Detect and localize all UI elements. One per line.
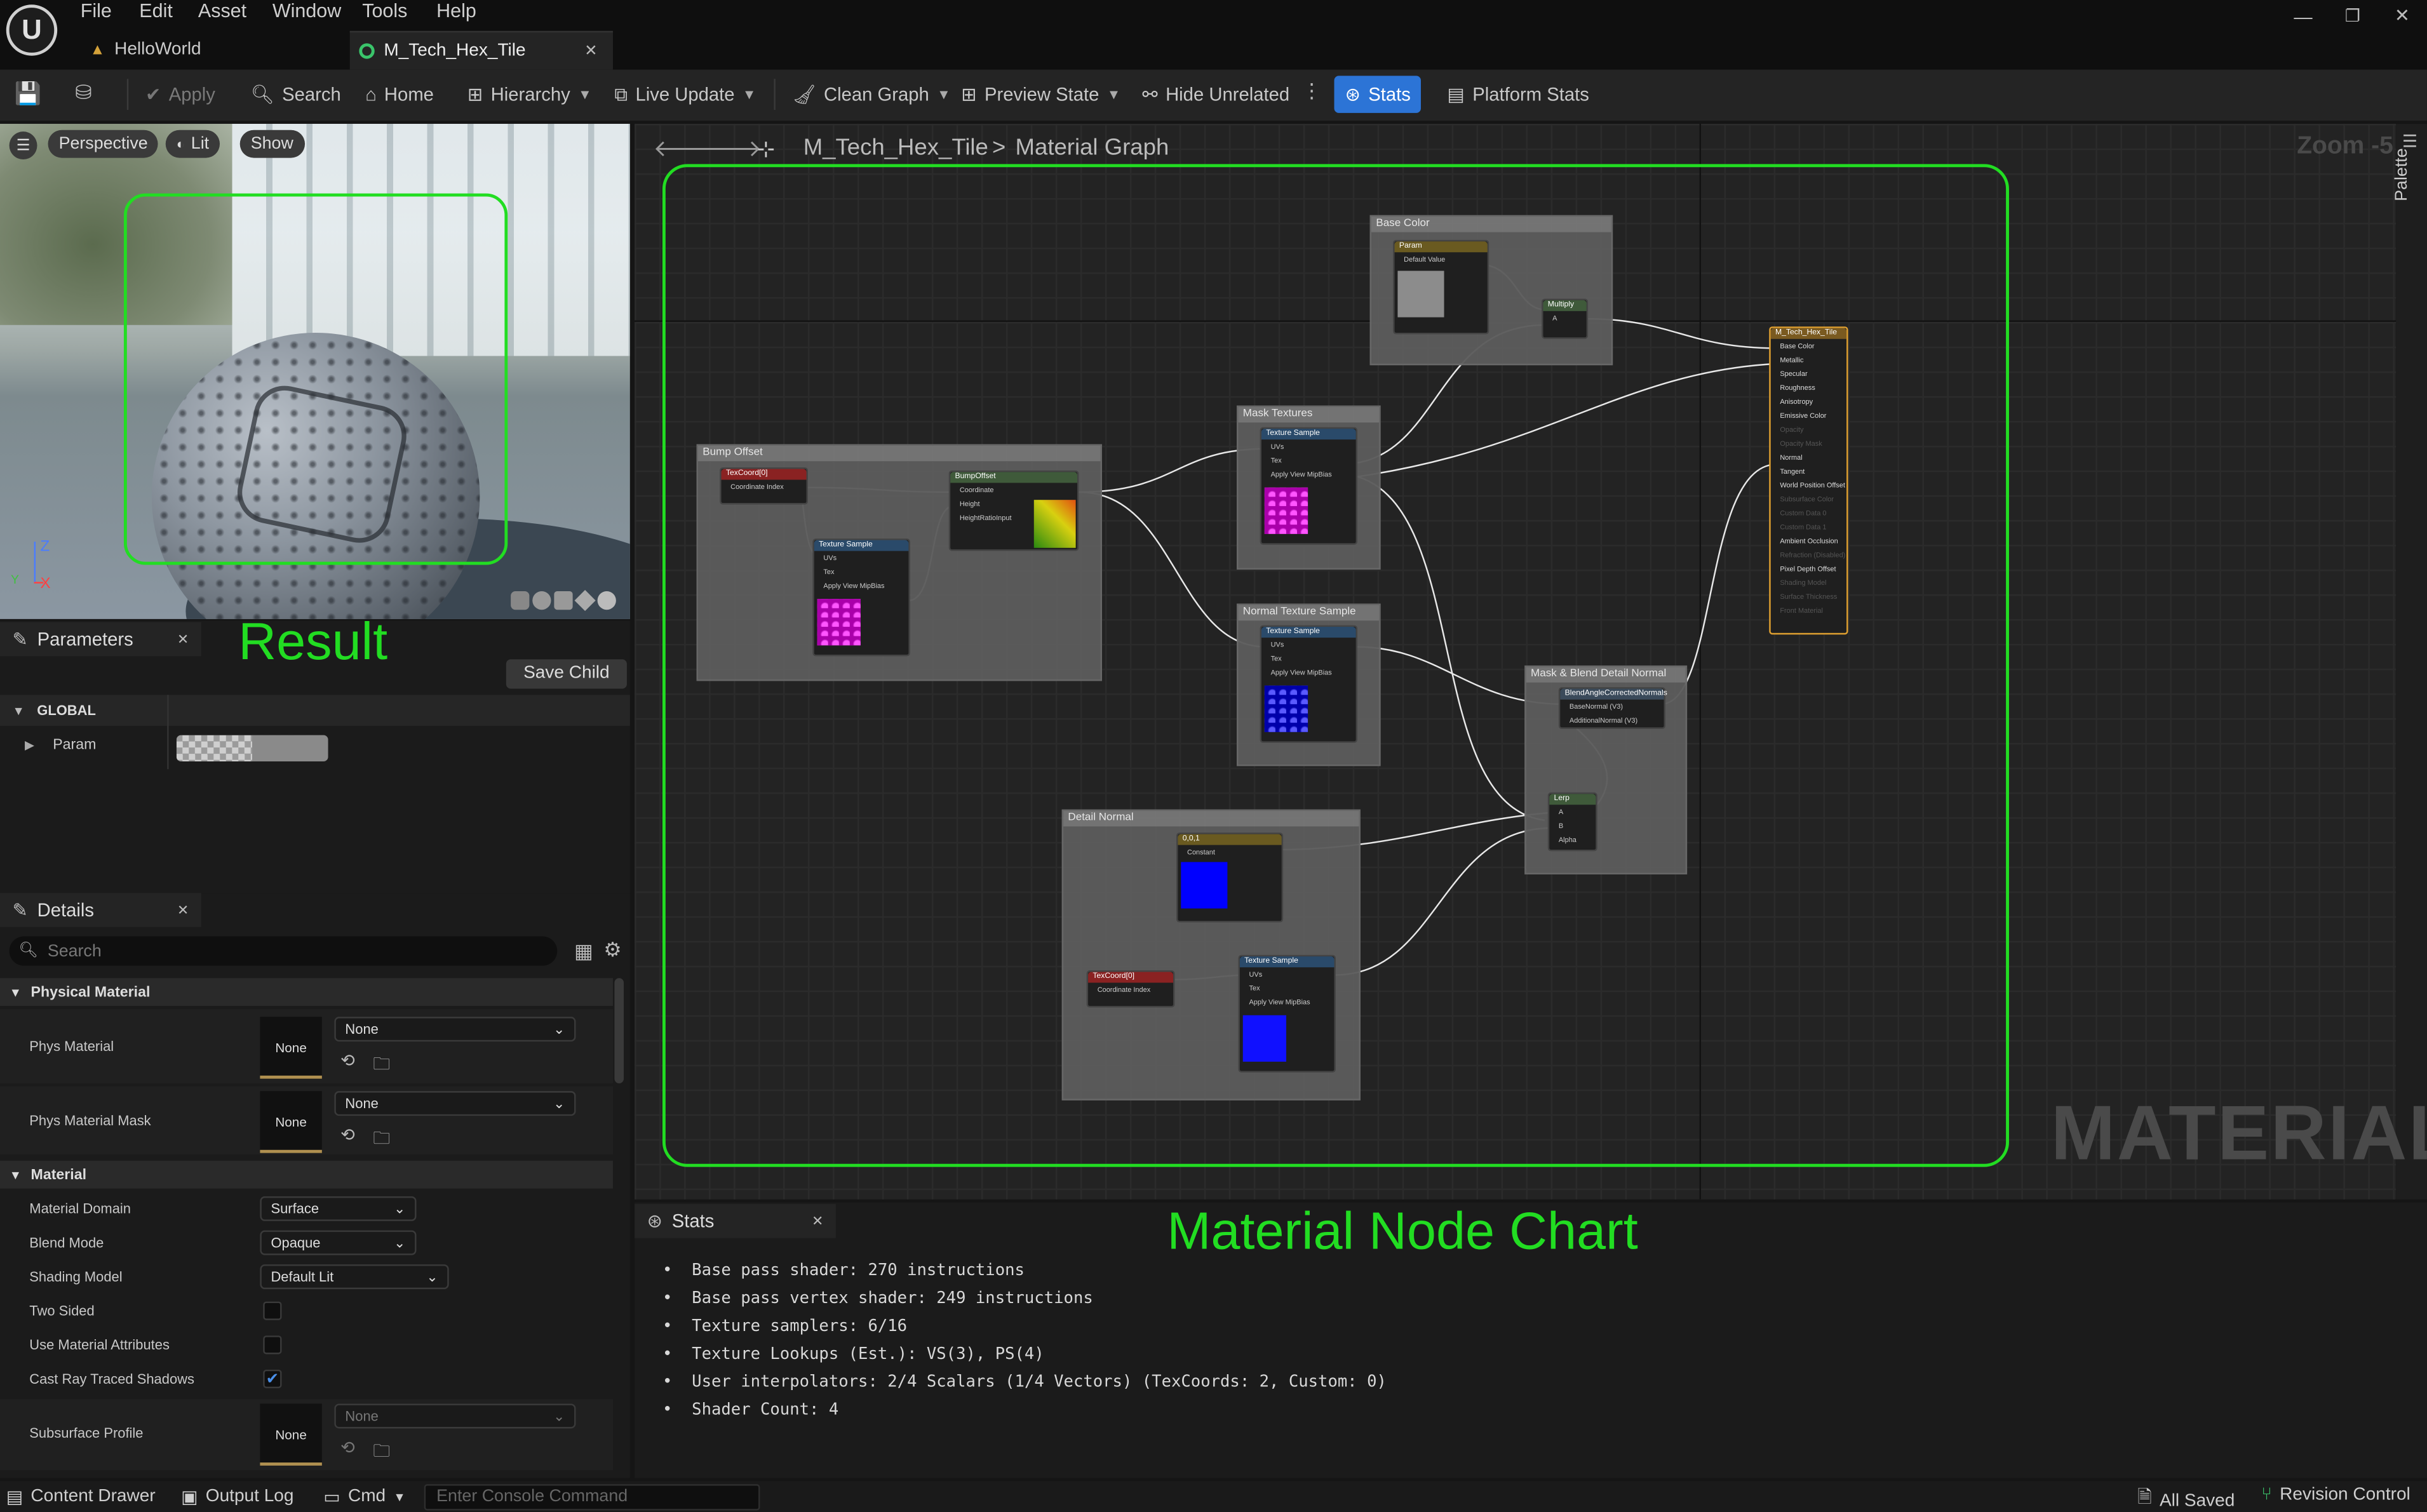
- console-command-input[interactable]: Enter Console Command: [424, 1484, 760, 1511]
- output-log-icon: ▣: [181, 1489, 198, 1508]
- stats-tab[interactable]: ⊛ Stats ✕: [635, 1204, 836, 1238]
- stats-line: • Base pass vertex shader: 249 instructi…: [662, 1289, 1093, 1308]
- saved-icon: 🗎: [2137, 1489, 2152, 1508]
- content-drawer-icon: ▤: [6, 1489, 24, 1508]
- stats-tab-label: Stats: [671, 1210, 715, 1232]
- output-log-button[interactable]: ▣ Output Log: [181, 1486, 293, 1508]
- content-drawer-button[interactable]: ▤ Content Drawer: [6, 1486, 156, 1508]
- stats-text: Texture samplers: 6/16: [692, 1316, 908, 1336]
- revision-control-label: Revision Control: [2280, 1485, 2410, 1504]
- stats-icon: ⊛: [647, 1210, 663, 1232]
- stats-text: Texture Lookups (Est.): VS(3), PS(4): [692, 1344, 1044, 1364]
- revision-control-icon: ⑂: [2261, 1485, 2272, 1504]
- stats-text: User interpolators: 2/4 Scalars (1/4 Vec…: [692, 1372, 1387, 1391]
- cmd-label: Cmd: [347, 1487, 386, 1506]
- terminal-icon: ▭: [323, 1489, 340, 1508]
- all-saved-label: All Saved: [2159, 1491, 2235, 1510]
- stats-line: • Texture samplers: 6/16: [662, 1316, 908, 1336]
- node-chart-highlight-box: [662, 164, 2009, 1167]
- stats-line: • Base pass shader: 270 instructions: [662, 1261, 1025, 1280]
- stats-list: • Base pass shader: 270 instructions • B…: [662, 1257, 1387, 1424]
- revision-control-button[interactable]: ⑂ Revision Control: [2261, 1486, 2410, 1504]
- stats-line: • Texture Lookups (Est.): VS(3), PS(4): [662, 1344, 1044, 1364]
- stats-text: Base pass shader: 270 instructions: [692, 1261, 1025, 1280]
- content-drawer-label: Content Drawer: [30, 1487, 156, 1506]
- all-saved-indicator[interactable]: 🗎 All Saved: [2137, 1486, 2235, 1512]
- chevron-down-icon: ▼: [393, 1489, 406, 1504]
- cmd-dropdown[interactable]: ▭ Cmd ▼: [323, 1486, 405, 1508]
- close-panel-icon[interactable]: ✕: [812, 1212, 823, 1229]
- stats-text: Shader Count: 4: [692, 1400, 839, 1419]
- stats-text: Base pass vertex shader: 249 instruction…: [692, 1289, 1093, 1308]
- stats-line: • User interpolators: 2/4 Scalars (1/4 V…: [662, 1372, 1387, 1391]
- stats-line: • Shader Count: 4: [662, 1400, 839, 1419]
- material-editor-window: U File Edit Asset Window Tools Help — ❐ …: [0, 0, 2427, 1512]
- node-chart-annotation: Material Node Chart: [1167, 1202, 1638, 1262]
- output-log-label: Output Log: [205, 1487, 294, 1506]
